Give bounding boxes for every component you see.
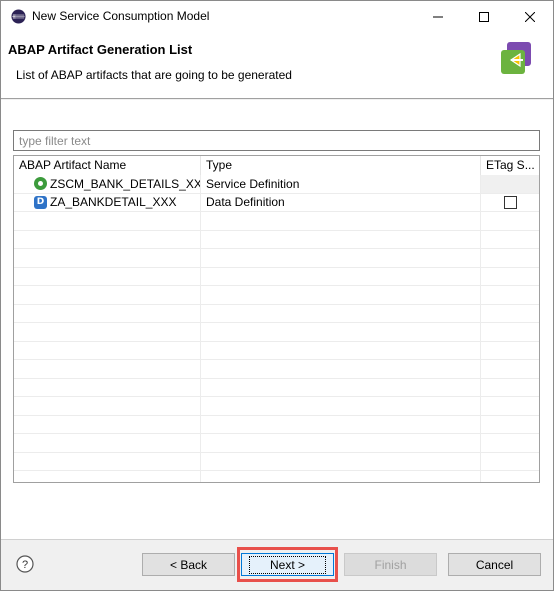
page-description: List of ABAP artifacts that are going to… — [16, 68, 292, 82]
table-header: ABAP Artifact Name Type ETag S... — [14, 156, 539, 175]
empty-row — [14, 434, 539, 453]
wizard-header-banner: ABAP Artifact Generation List List of AB… — [1, 32, 553, 99]
finish-button[interactable]: Finish — [344, 553, 437, 576]
empty-row — [14, 415, 539, 434]
artifact-type-cell: Service Definition — [201, 175, 481, 193]
table-row[interactable]: D ZA_BANKDETAIL_XXX Data Definition — [14, 193, 539, 212]
next-button-label: Next > — [248, 555, 326, 574]
column-header-etag[interactable]: ETag S... — [481, 156, 539, 175]
svg-text:?: ? — [22, 559, 28, 571]
maximize-button[interactable] — [461, 1, 507, 32]
filter-input[interactable] — [13, 130, 540, 151]
artifact-type-cell: Data Definition — [201, 193, 481, 211]
empty-row — [14, 452, 539, 471]
data-definition-icon: D — [34, 195, 47, 209]
empty-row — [14, 397, 539, 416]
artifact-name: ZSCM_BANK_DETAILS_XXX — [50, 176, 201, 191]
empty-row — [14, 212, 539, 231]
empty-row — [14, 323, 539, 342]
maximize-icon — [479, 11, 489, 22]
wizard-content: ABAP Artifact Name Type ETag S... ZSCM_B… — [1, 100, 553, 540]
etag-cell — [481, 175, 539, 193]
empty-row — [14, 249, 539, 268]
empty-row — [14, 304, 539, 323]
close-icon — [525, 11, 535, 22]
window-title: New Service Consumption Model — [32, 9, 210, 23]
artifact-name: ZA_BANKDETAIL_XXX — [50, 195, 177, 210]
empty-row — [14, 341, 539, 360]
artifact-table: ABAP Artifact Name Type ETag S... ZSCM_B… — [13, 155, 540, 483]
column-header-type[interactable]: Type — [201, 156, 481, 175]
service-definition-icon — [34, 177, 47, 191]
empty-row — [14, 286, 539, 305]
back-button[interactable]: < Back — [142, 553, 235, 576]
page-title: ABAP Artifact Generation List — [8, 42, 193, 57]
table-row[interactable]: ZSCM_BANK_DETAILS_XXX Service Definition — [14, 175, 539, 194]
wizard-dialog: New Service Consumption Model ABAP Artif… — [0, 0, 554, 591]
close-button[interactable] — [507, 1, 553, 32]
empty-row — [14, 471, 539, 482]
etag-checkbox[interactable] — [503, 195, 517, 209]
wizard-banner-icon — [501, 42, 531, 74]
empty-row — [14, 230, 539, 249]
column-header-name[interactable]: ABAP Artifact Name — [14, 156, 201, 175]
minimize-button[interactable] — [415, 1, 461, 32]
table-body: ZSCM_BANK_DETAILS_XXX Service Definition… — [14, 175, 539, 482]
empty-row — [14, 267, 539, 286]
etag-cell — [481, 194, 539, 212]
title-bar: New Service Consumption Model — [1, 1, 553, 32]
artifact-name-cell: ZSCM_BANK_DETAILS_XXX — [14, 175, 201, 193]
empty-row — [14, 378, 539, 397]
empty-row — [14, 360, 539, 379]
minimize-icon — [433, 16, 443, 17]
help-icon[interactable]: ? — [16, 555, 34, 573]
footer-separator — [1, 539, 553, 540]
next-button[interactable]: Next > — [241, 553, 334, 576]
cancel-button[interactable]: Cancel — [448, 553, 541, 576]
artifact-name-cell: D ZA_BANKDETAIL_XXX — [14, 193, 201, 211]
eclipse-app-icon — [11, 9, 26, 24]
